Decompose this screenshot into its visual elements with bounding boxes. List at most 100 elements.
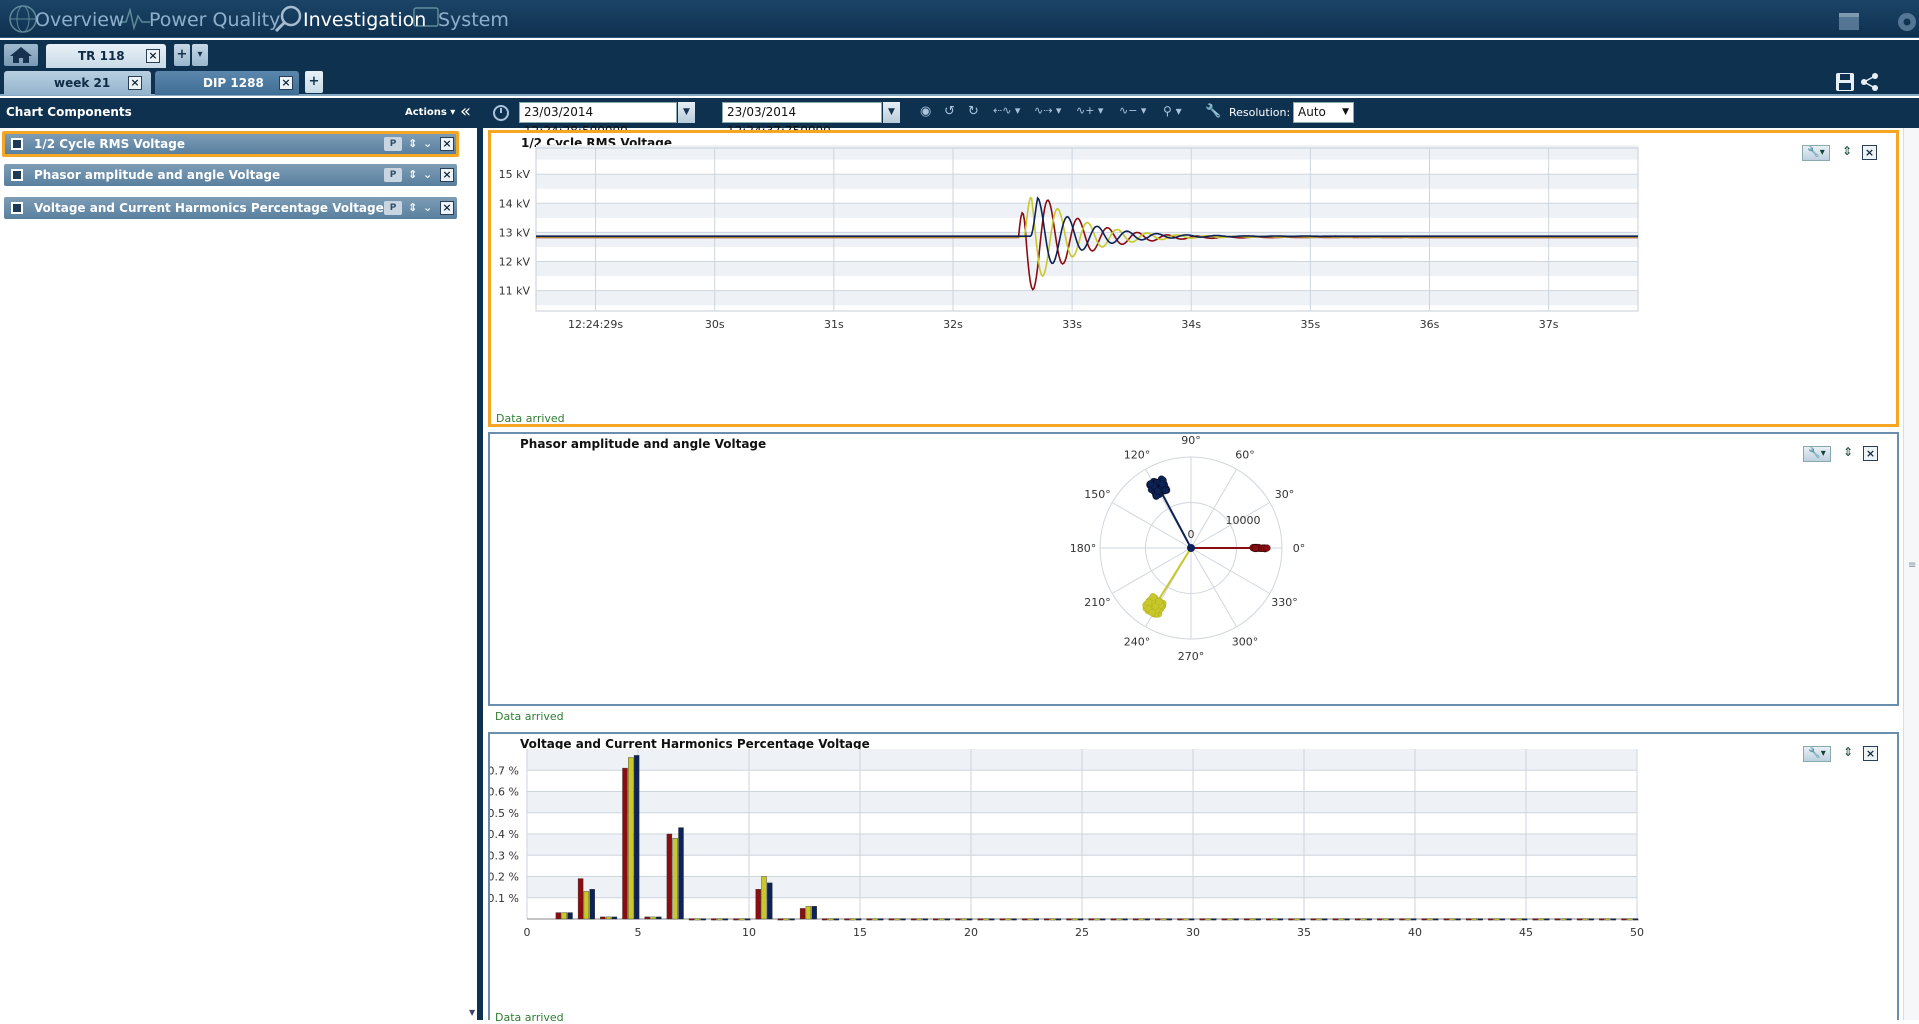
component-rms-voltage[interactable]: 1/2 Cycle RMS Voltage P ⇕ ⌄ × (2, 131, 459, 157)
chevron-down-icon[interactable]: ⌄ (423, 164, 432, 186)
pin-badge[interactable]: P (384, 137, 402, 151)
clock-icon[interactable] (492, 103, 510, 121)
checkbox[interactable] (11, 202, 23, 214)
harmonic-bar (1255, 918, 1261, 921)
scroll-grip-icon[interactable]: ≡ (1908, 560, 1916, 571)
forward-icon[interactable]: ↻ (968, 104, 979, 119)
harmonic-bar (555, 912, 562, 920)
sort-icon[interactable]: ⇕ (408, 197, 417, 219)
panel-splitter[interactable]: ▼ (469, 98, 483, 1020)
phasor-point (1146, 480, 1155, 488)
checkbox[interactable] (11, 138, 23, 150)
component-harmonics-voltage[interactable]: Voltage and Current Harmonics Percentage… (4, 197, 457, 219)
tab-menu-button[interactable]: ▾ (192, 44, 208, 66)
plot-area (535, 147, 1639, 312)
zoom-in-wave-icon[interactable]: ⇠∿ ▾ (993, 104, 1020, 117)
harmonic-bar (827, 918, 834, 921)
start-time-dropdown-button[interactable]: ▼ (678, 102, 695, 123)
nav-power-quality[interactable]: Power Quality (149, 6, 280, 34)
chevron-down-icon: ▼ (1342, 107, 1349, 117)
wrench-icon[interactable]: 🔧 (1205, 104, 1221, 119)
remove-wave-icon[interactable]: ∿− ▾ (1119, 104, 1146, 117)
scroll-down-arrow-icon[interactable]: ▼ (469, 1008, 481, 1017)
harmonic-bar (966, 918, 973, 921)
component-label: Voltage and Current Harmonics Percentage… (34, 201, 384, 215)
remove-component-button[interactable]: × (440, 201, 454, 215)
phasor-point (1149, 593, 1157, 601)
sort-icon[interactable]: ⇕ (408, 164, 417, 186)
end-time-input[interactable]: 23/03/2014 12:24:37:750000 (722, 102, 882, 138)
home-button[interactable] (4, 44, 38, 66)
phasor-point (1155, 598, 1163, 606)
harmonic-bar (1243, 918, 1250, 921)
chart-components-panel: Chart Components Actions ▾ « 1/2 Cycle R… (0, 98, 478, 1020)
harmonic-bar (644, 916, 650, 920)
chevron-down-icon[interactable]: ⌄ (423, 134, 432, 154)
close-tab-button[interactable]: × (146, 49, 160, 63)
harmonic-bar (1510, 918, 1516, 921)
close-tab-button[interactable]: × (128, 76, 142, 90)
harmonic-bar (1354, 918, 1361, 921)
end-time-dropdown-button[interactable]: ▼ (883, 102, 900, 123)
harmonic-bar (1199, 918, 1205, 921)
add-tab-button[interactable]: + (174, 44, 190, 66)
zoom-out-wave-icon[interactable]: ∿⇢ ▾ (1034, 104, 1061, 117)
close-tab-button[interactable]: × (279, 76, 293, 90)
harmonic-bar (1566, 918, 1572, 921)
nav-investigation[interactable]: Investigation (303, 6, 426, 34)
start-time-input[interactable]: 23/03/2014 12:24:28:500000 (519, 102, 677, 138)
save-icon[interactable] (1835, 72, 1855, 92)
pin-badge[interactable]: P (384, 168, 402, 182)
zoom-icon[interactable]: ⚲ ▾ (1163, 104, 1182, 118)
harmonic-bar (1277, 918, 1284, 921)
nav-overview[interactable]: Overview (35, 6, 124, 34)
harmonic-bar (1493, 918, 1500, 921)
component-phasor-voltage[interactable]: Phasor amplitude and angle Voltage P ⇕ ⌄… (4, 164, 457, 186)
harmonic-bar (600, 916, 606, 920)
main-scrollbar[interactable]: ≡ (1903, 128, 1919, 1020)
harmonic-bar (1455, 918, 1461, 921)
harmonic-bar (894, 918, 900, 921)
chevron-down-icon[interactable]: ⌄ (423, 197, 432, 219)
rms-voltage-chart: 11 kV 12 kV 13 kV 14 kV 15 kV 12:24:29s 30s 31s… (499, 145, 1639, 331)
nav-system[interactable]: System (438, 6, 509, 34)
share-icon[interactable] (1860, 72, 1880, 92)
harmonic-bar (783, 918, 789, 921)
tab-dip1288[interactable]: DIP 1288 × (155, 71, 299, 95)
tab-tr118[interactable]: TR 118 × (46, 44, 166, 68)
phasor-point (1263, 544, 1271, 552)
grid-band (536, 145, 1638, 160)
harmonic-bar (866, 918, 872, 921)
harmonic-bar (1211, 918, 1217, 921)
angle-label: 120° (1124, 448, 1151, 461)
calendar-icon[interactable] (1836, 4, 1862, 34)
harmonic-bar (999, 918, 1006, 921)
collapse-panel-icon[interactable]: « (460, 101, 471, 122)
rewind-icon[interactable]: ↺ (944, 104, 955, 119)
harmonics-chart-panel[interactable]: Voltage and Current Harmonics Percentage… (488, 732, 1899, 1024)
pin-badge[interactable]: P (384, 201, 402, 215)
remove-component-button[interactable]: × (440, 168, 454, 182)
phasor-chart-panel[interactable]: Phasor amplitude and angle Voltage 🔧▾ ⇕ … (488, 432, 1899, 723)
harmonic-bar (1183, 918, 1189, 921)
phasor-vector (1153, 547, 1192, 608)
angle-label: 60° (1235, 448, 1255, 461)
sort-icon[interactable]: ⇕ (408, 134, 417, 154)
tab-label: TR 118 (78, 49, 125, 63)
add-subtab-button[interactable]: + (305, 71, 323, 93)
harmonic-bar (1465, 918, 1472, 921)
rms-chart-panel[interactable]: 1/2 Cycle RMS Voltage 🔧▾ ⇕ × 11 kV 12 kV 1… (488, 130, 1899, 427)
play-icon[interactable]: ◉ (920, 104, 931, 119)
resolution-select[interactable]: Auto ▼ (1293, 102, 1354, 123)
actions-menu[interactable]: Actions ▾ (405, 107, 455, 118)
remove-component-button[interactable]: × (440, 137, 454, 151)
harmonic-bar (961, 918, 967, 921)
harmonic-bar (1632, 918, 1639, 921)
gear-icon[interactable] (1890, 4, 1919, 34)
checkbox[interactable] (11, 169, 23, 181)
add-wave-icon[interactable]: ∿+ ▾ (1076, 104, 1103, 117)
tab-week21[interactable]: week 21 × (4, 71, 151, 95)
status-text: Data arrived (496, 412, 565, 425)
harmonic-bar (628, 757, 634, 920)
harmonic-bar (1427, 918, 1433, 921)
